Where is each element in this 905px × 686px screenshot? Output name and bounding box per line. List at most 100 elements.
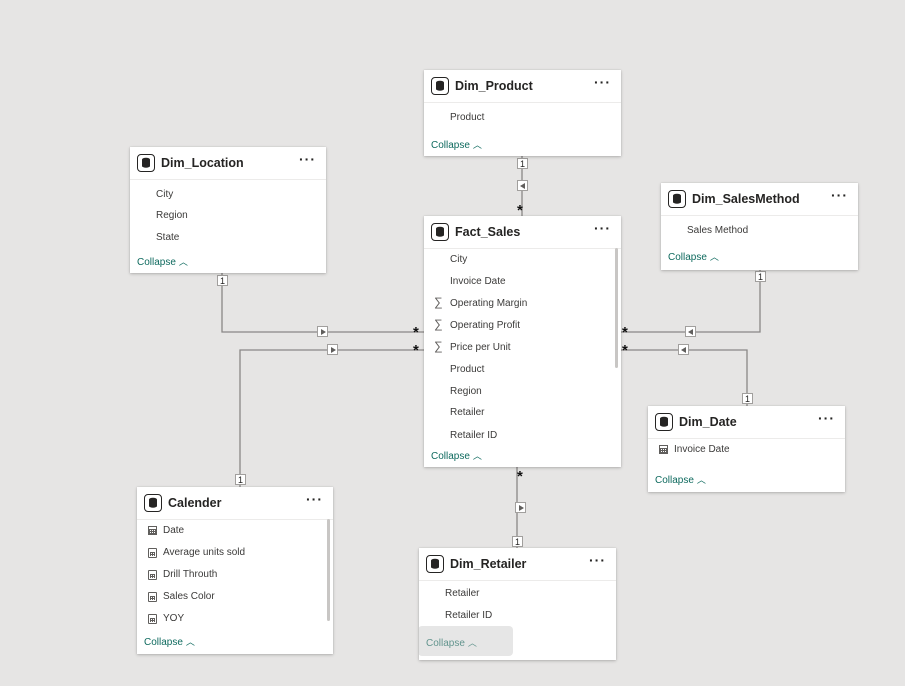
table-card-fact-sales[interactable]: Fact_Sales ··· City Invoice Date ∑ Operat… (424, 216, 621, 467)
more-options-icon[interactable]: ··· (299, 151, 316, 167)
database-icon (431, 223, 449, 241)
more-options-icon[interactable]: ··· (594, 74, 611, 90)
table-header[interactable]: Dim_Product ··· (424, 70, 621, 103)
field-item[interactable]: ∑ Operating Profit (424, 316, 613, 336)
database-icon (137, 154, 155, 172)
table-title: Calender (168, 496, 222, 510)
field-item[interactable]: Product (424, 360, 613, 380)
model-canvas[interactable]: 1 * 1 * 1 * 1 * 1 * * 1 Dim_Product ··· … (0, 0, 905, 686)
database-icon (426, 555, 444, 573)
field-item[interactable]: Region (130, 206, 318, 226)
table-card-dim-product[interactable]: Dim_Product ··· Product Collapse ︿ (424, 70, 621, 156)
field-label: Invoice Date (450, 276, 506, 287)
collapse-button[interactable]: Collapse ︿ (655, 473, 706, 486)
calendar-icon (659, 445, 668, 454)
cardinality-one-label: 1 (235, 474, 246, 485)
calendar-icon (148, 526, 157, 535)
field-item[interactable]: Sales Method (661, 221, 850, 241)
field-label: Date (163, 525, 185, 536)
field-label: Sales Color (163, 591, 215, 602)
table-header[interactable]: Fact_Sales ··· (424, 216, 621, 249)
field-item[interactable]: Region (424, 382, 613, 402)
more-options-icon[interactable]: ··· (594, 220, 611, 236)
field-item[interactable]: Retailer ID (419, 606, 608, 626)
field-label: Price per Unit (450, 342, 511, 353)
database-icon (144, 494, 162, 512)
collapse-button[interactable]: Collapse ︿ (137, 255, 188, 268)
filter-direction-up-arrow[interactable] (517, 180, 528, 191)
field-item[interactable]: Retailer (424, 403, 613, 423)
database-icon (668, 190, 686, 208)
field-label: Product (450, 364, 485, 375)
table-title: Dim_SalesMethod (692, 192, 800, 206)
cardinality-many-label: * (517, 468, 523, 485)
field-item[interactable]: City (424, 250, 613, 270)
field-item[interactable]: ∑ Price per Unit (424, 338, 613, 358)
more-options-icon[interactable]: ··· (831, 187, 848, 203)
field-item[interactable]: Average units sold (137, 543, 325, 563)
field-label: Retailer ID (450, 430, 498, 441)
table-header[interactable]: Dim_Retailer ··· (419, 548, 616, 581)
field-item[interactable]: Date (137, 521, 325, 541)
relationship-line-calender (239, 349, 426, 487)
field-item[interactable]: Sales Color (137, 587, 325, 607)
chevron-up-icon: ︿ (709, 252, 719, 262)
table-header[interactable]: Dim_Location ··· (130, 147, 326, 180)
more-options-icon[interactable]: ··· (589, 552, 606, 568)
collapse-button[interactable]: Collapse ︿ (431, 138, 482, 151)
collapse-button[interactable]: Collapse ︿ (431, 449, 482, 462)
table-title: Dim_Product (455, 79, 533, 93)
database-icon (655, 413, 673, 431)
calculator-icon (148, 614, 157, 624)
more-options-icon[interactable]: ··· (818, 410, 835, 426)
field-item[interactable]: City (130, 185, 318, 205)
chevron-up-icon: ︿ (472, 451, 482, 461)
calculator-icon (148, 548, 157, 558)
calculator-icon (148, 592, 157, 602)
collapse-button[interactable]: Collapse ︿ (668, 250, 719, 263)
field-label: Region (156, 210, 188, 221)
field-label: Drill Throuth (163, 569, 218, 580)
field-item[interactable]: Product (424, 108, 613, 128)
collapse-label: Collapse (668, 252, 707, 263)
filter-direction-right-arrow[interactable] (515, 502, 526, 513)
relationship-line-location (221, 273, 426, 333)
field-item[interactable]: Invoice Date (648, 440, 837, 460)
table-card-dim-date[interactable]: Dim_Date ··· Invoice Date Collapse ︿ (648, 406, 845, 492)
field-label: Operating Margin (450, 298, 528, 309)
field-label: Retailer ID (445, 610, 493, 621)
table-card-dim-location[interactable]: Dim_Location ··· City Region State Colla… (130, 147, 326, 273)
filter-direction-left-arrow[interactable] (678, 344, 689, 355)
field-item[interactable]: State (130, 228, 318, 248)
chevron-up-icon: ︿ (472, 140, 482, 150)
field-item[interactable]: YOY (137, 609, 325, 629)
field-item[interactable]: ∑ Operating Margin (424, 294, 613, 314)
field-item[interactable]: Invoice Date (424, 272, 613, 292)
table-header[interactable]: Dim_Date ··· (648, 406, 845, 439)
field-item[interactable]: Drill Throuth (137, 565, 325, 585)
field-item[interactable]: Retailer ID (424, 426, 613, 446)
filter-direction-right-arrow[interactable] (327, 344, 338, 355)
cardinality-one-label: 1 (217, 275, 228, 286)
cardinality-many-label: * (413, 324, 419, 341)
collapse-label: Collapse (431, 140, 470, 151)
collapse-label: Collapse (655, 475, 694, 486)
chevron-up-icon: ︿ (696, 475, 706, 485)
more-options-icon[interactable]: ··· (306, 491, 323, 507)
scrollbar[interactable] (615, 248, 618, 368)
filter-direction-right-arrow[interactable] (317, 326, 328, 337)
scrollbar[interactable] (327, 519, 330, 621)
table-card-dim-salesmethod[interactable]: Dim_SalesMethod ··· Sales Method Collaps… (661, 183, 858, 270)
table-title: Dim_Retailer (450, 557, 527, 571)
table-card-calender[interactable]: Calender ··· Date Average units sold Dri… (137, 487, 333, 654)
cardinality-many-label: * (413, 342, 419, 359)
collapse-button[interactable]: Collapse ︿ (144, 635, 195, 648)
field-label: Average units sold (163, 547, 246, 558)
chevron-up-icon: ︿ (185, 637, 195, 647)
table-header[interactable]: Calender ··· (137, 487, 333, 520)
field-label: Product (450, 112, 485, 123)
table-title: Fact_Sales (455, 225, 521, 239)
field-item[interactable]: Retailer (419, 584, 608, 604)
table-header[interactable]: Dim_SalesMethod ··· (661, 183, 858, 216)
filter-direction-left-arrow[interactable] (685, 326, 696, 337)
